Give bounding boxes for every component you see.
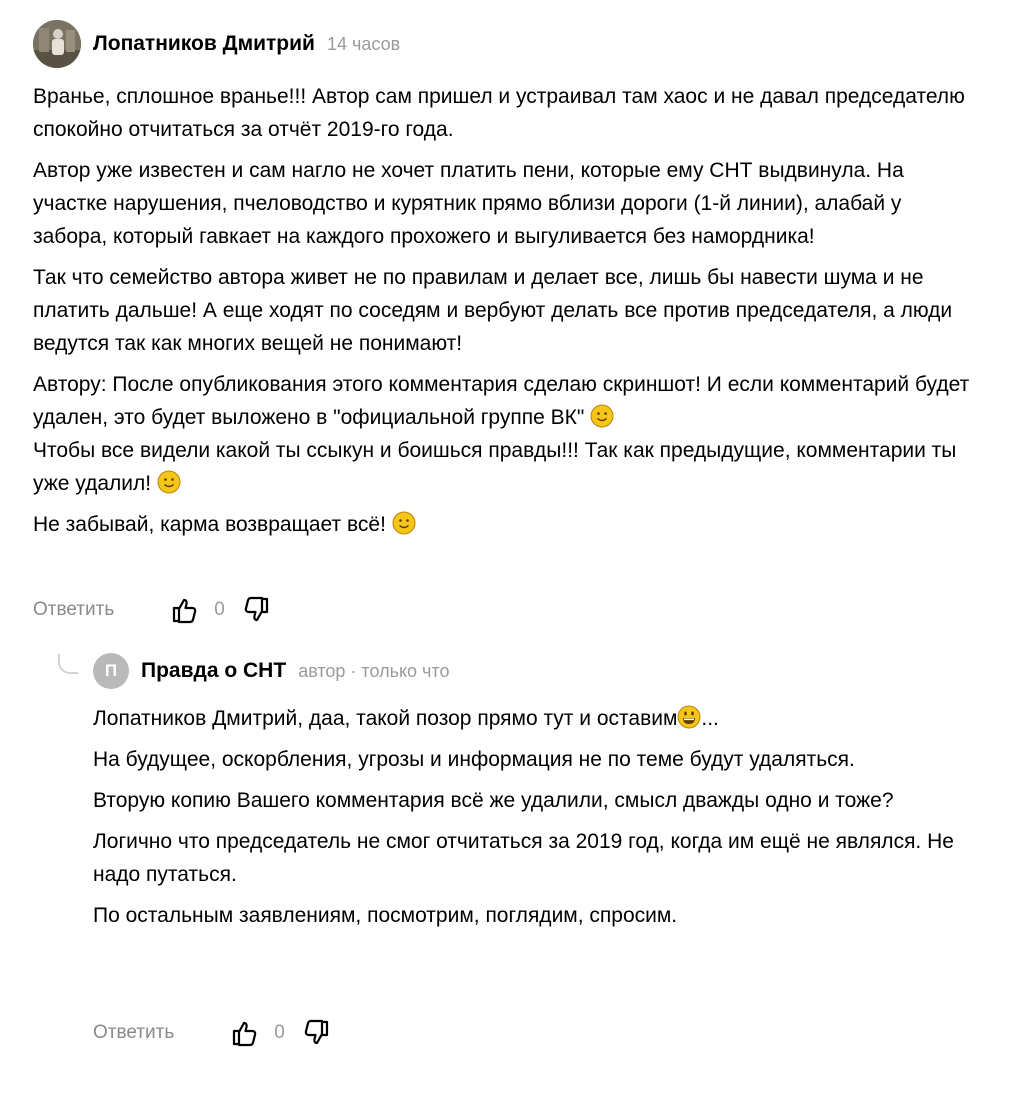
comment-paragraph-text: Автору: После опубликования этого коммен…: [33, 373, 970, 429]
comment-header: Лопатников Дмитрий 14 часов: [33, 20, 400, 68]
thumb-down-icon[interactable]: [303, 1019, 331, 1047]
thumb-up-icon[interactable]: [170, 596, 198, 624]
comment-paragraph-text: Не забывай, карма возвращает всё!: [33, 513, 386, 536]
comment-paragraph-with-emoji: Лопатников Дмитрий, даа, такой позор пря…: [93, 702, 973, 735]
comment-actions: Ответить 0: [33, 596, 271, 624]
slightly-smiling-emoji-icon: [157, 470, 181, 494]
comment-paragraph-text: ...: [701, 707, 719, 730]
slightly-smiling-emoji-icon: [392, 511, 416, 535]
comment-paragraph-with-emoji: Не забывай, карма возвращает всё!: [33, 508, 978, 541]
comment-body: Лопатников Дмитрий, даа, такой позор пря…: [93, 702, 973, 940]
avatar-photo-icon: [33, 20, 81, 68]
comment-header: П Правда о СНТ автор · только что: [93, 653, 449, 689]
avatar[interactable]: П: [93, 653, 129, 689]
comment-paragraph: Автор уже известен и сам нагло не хочет …: [33, 159, 904, 248]
author-name[interactable]: Правда о СНТ: [141, 659, 286, 683]
author-name[interactable]: Лопатников Дмитрий: [93, 32, 315, 56]
comment-paragraph: По остальным заявлениям, посмотрим, погл…: [93, 904, 678, 927]
comment-paragraph-with-emoji: Автору: После опубликования этого коммен…: [33, 368, 978, 500]
comment-paragraph-text: Лопатников Дмитрий, даа, такой позор пря…: [93, 707, 678, 730]
reply-thread-connector: [58, 654, 78, 674]
grinning-emoji-icon: [677, 705, 701, 729]
thumb-up-icon[interactable]: [230, 1019, 258, 1047]
comment-paragraph: На будущее, оскорбления, угрозы и информ…: [93, 748, 855, 771]
like-count: 0: [214, 599, 225, 620]
comment-body: Вранье, сплошное вранье!!! Автор сам при…: [33, 80, 978, 549]
timestamp: 14 часов: [326, 33, 401, 54]
slightly-smiling-emoji-icon: [590, 404, 614, 428]
comment-paragraph: Вранье, сплошное вранье!!! Автор сам при…: [33, 85, 965, 141]
thumb-down-icon[interactable]: [243, 596, 271, 624]
reply-button[interactable]: Ответить: [33, 599, 114, 621]
avatar[interactable]: [33, 20, 81, 68]
author-meta: автор · только что: [298, 660, 450, 681]
comment-actions: Ответить 0: [93, 1019, 331, 1047]
like-count: 0: [274, 1022, 285, 1043]
comment-paragraph: Так что семейство автора живет не по пра…: [33, 266, 953, 355]
comment-paragraph: Логично что председатель не смог отчитат…: [93, 830, 954, 886]
reply-button[interactable]: Ответить: [93, 1022, 174, 1044]
comment-paragraph: Вторую копию Вашего комментария всё же у…: [93, 789, 894, 812]
